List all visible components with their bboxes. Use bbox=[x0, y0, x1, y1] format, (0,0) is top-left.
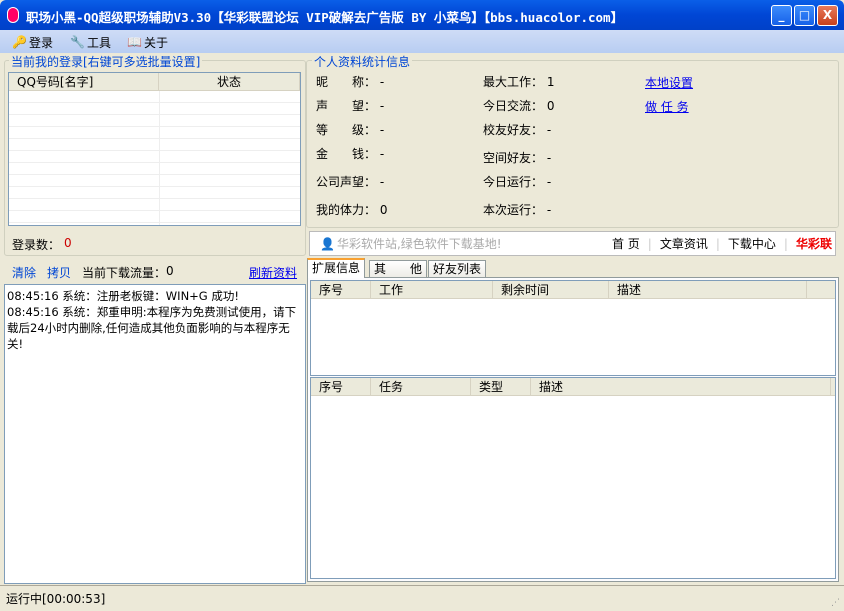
alumni-value: - bbox=[546, 123, 552, 137]
menu-tools[interactable]: 🔧 工具 bbox=[70, 33, 111, 51]
col-desc[interactable]: 描述 bbox=[609, 281, 807, 298]
traffic-value: 0 bbox=[166, 264, 174, 278]
reputation-value: - bbox=[379, 99, 385, 113]
col-type[interactable]: 类型 bbox=[471, 378, 531, 395]
status-text: 运行中[00:00:53] bbox=[6, 592, 106, 606]
log-line: 08:45:16 系统：注册老板键：WIN+G 成功! bbox=[7, 289, 239, 303]
col-work[interactable]: 工作 bbox=[371, 281, 493, 298]
work-grid[interactable]: 序号 工作 剩余时间 描述 bbox=[310, 280, 836, 376]
col-qq[interactable]: QQ号码[名字] bbox=[9, 73, 159, 90]
traffic-label: 当前下载流量： bbox=[82, 266, 167, 280]
wrench-icon: 🔧 bbox=[70, 35, 85, 49]
session-run-label: 本次运行： bbox=[483, 203, 544, 217]
today-chat-label: 今日交流： bbox=[483, 99, 544, 113]
tab-extended-info[interactable]: 扩展信息 bbox=[307, 258, 366, 278]
menu-bar: 🔑 登录 🔧 工具 📖 关于 bbox=[0, 30, 844, 53]
copy-button[interactable]: 拷贝 bbox=[47, 264, 71, 281]
login-count: 0 bbox=[64, 236, 72, 250]
user-icon: 👤 bbox=[320, 236, 335, 251]
col-task[interactable]: 任务 bbox=[371, 378, 471, 395]
stamina-value: 0 bbox=[379, 203, 388, 217]
ad-link-home[interactable]: 首 页 bbox=[612, 235, 640, 252]
col-index[interactable]: 序号 bbox=[311, 378, 371, 395]
space-friends-value: - bbox=[546, 151, 552, 165]
today-run-label: 今日运行： bbox=[483, 175, 544, 189]
ad-bar: 👤 华彩软件站,绿色软件下载基地! 首 页 | 文章资讯 | 下载中心 | 华彩联 bbox=[309, 231, 836, 256]
login-list[interactable]: QQ号码[名字] 状态 bbox=[8, 72, 301, 226]
money-label: 金 钱： bbox=[316, 147, 377, 161]
menu-about[interactable]: 📖 关于 bbox=[127, 33, 168, 51]
max-work-label: 最大工作： bbox=[483, 75, 544, 89]
nickname-label: 昵 称： bbox=[316, 75, 377, 89]
company-rep-value: - bbox=[379, 175, 385, 189]
task-grid[interactable]: 序号 任务 类型 描述 bbox=[310, 377, 836, 579]
col-remaining[interactable]: 剩余时间 bbox=[493, 281, 609, 298]
profile-left: 昵 称： - 声 望： - 等 级： - 金 钱： - 公司声望： - 我的体力… bbox=[316, 73, 387, 225]
refresh-profile-link[interactable]: 刷新资料 bbox=[249, 264, 297, 281]
clear-button[interactable]: 清除 bbox=[12, 264, 36, 281]
profile-mid: 最大工作： 1 今日交流： 0 校友好友： - 空间好友： - 今日运行： - … bbox=[483, 73, 554, 225]
profile-group-title: 个人资料统计信息 bbox=[312, 53, 413, 70]
status-bar: 运行中[00:00:53] ⋰ bbox=[0, 585, 844, 611]
maximize-button[interactable]: □ bbox=[794, 5, 815, 26]
login-count-label: 登录数： bbox=[12, 238, 61, 252]
ad-text[interactable]: 华彩软件站,绿色软件下载基地! bbox=[337, 235, 607, 252]
close-button[interactable]: X bbox=[817, 5, 838, 26]
login-group-title: 当前我的登录[右键可多选批量设置] bbox=[9, 53, 203, 70]
book-icon: 📖 bbox=[127, 35, 142, 49]
title-bar: 职场小黑-QQ超级职场辅助V3.30【华彩联盟论坛 VIP破解去广告版 BY 小… bbox=[0, 0, 844, 30]
col-desc[interactable]: 描述 bbox=[531, 378, 831, 395]
alumni-label: 校友好友： bbox=[483, 123, 544, 137]
max-work-value: 1 bbox=[546, 75, 555, 89]
window-title: 职场小黑-QQ超级职场辅助V3.30【华彩联盟论坛 VIP破解去广告版 BY 小… bbox=[26, 10, 624, 25]
session-run-value: - bbox=[546, 203, 552, 217]
minimize-button[interactable]: _ bbox=[771, 5, 792, 26]
local-settings-link[interactable]: 本地设置 bbox=[645, 74, 693, 91]
level-label: 等 级： bbox=[316, 123, 377, 137]
do-tasks-link[interactable]: 做 任 务 bbox=[645, 98, 689, 115]
ad-brand[interactable]: 华彩联 bbox=[796, 235, 832, 252]
tab-friends[interactable]: 好友列表 bbox=[428, 260, 487, 278]
col-index[interactable]: 序号 bbox=[311, 281, 371, 298]
log-textarea[interactable]: 08:45:16 系统：注册老板键：WIN+G 成功! 08:45:16 系统：… bbox=[4, 284, 306, 584]
today-chat-value: 0 bbox=[546, 99, 555, 113]
nickname-value: - bbox=[379, 75, 385, 89]
company-rep-label: 公司声望： bbox=[316, 175, 377, 189]
log-line: 08:45:16 系统：郑重申明:本程序为免费测试使用，请下载后24小时内删除,… bbox=[7, 305, 297, 351]
key-icon: 🔑 bbox=[12, 35, 27, 49]
level-value: - bbox=[379, 123, 385, 137]
reputation-label: 声 望： bbox=[316, 99, 377, 113]
today-run-value: - bbox=[546, 175, 552, 189]
col-status[interactable]: 状态 bbox=[159, 73, 300, 90]
ad-link-downloads[interactable]: 下载中心 bbox=[728, 235, 776, 252]
space-friends-label: 空间好友： bbox=[483, 151, 544, 165]
money-value: - bbox=[379, 147, 385, 161]
resize-grip-icon[interactable]: ⋰ bbox=[831, 598, 840, 608]
tab-other[interactable]: 其 他 bbox=[369, 260, 427, 278]
app-icon bbox=[7, 7, 19, 23]
ad-link-articles[interactable]: 文章资讯 bbox=[660, 235, 708, 252]
menu-login[interactable]: 🔑 登录 bbox=[12, 33, 53, 51]
stamina-label: 我的体力： bbox=[316, 203, 377, 217]
